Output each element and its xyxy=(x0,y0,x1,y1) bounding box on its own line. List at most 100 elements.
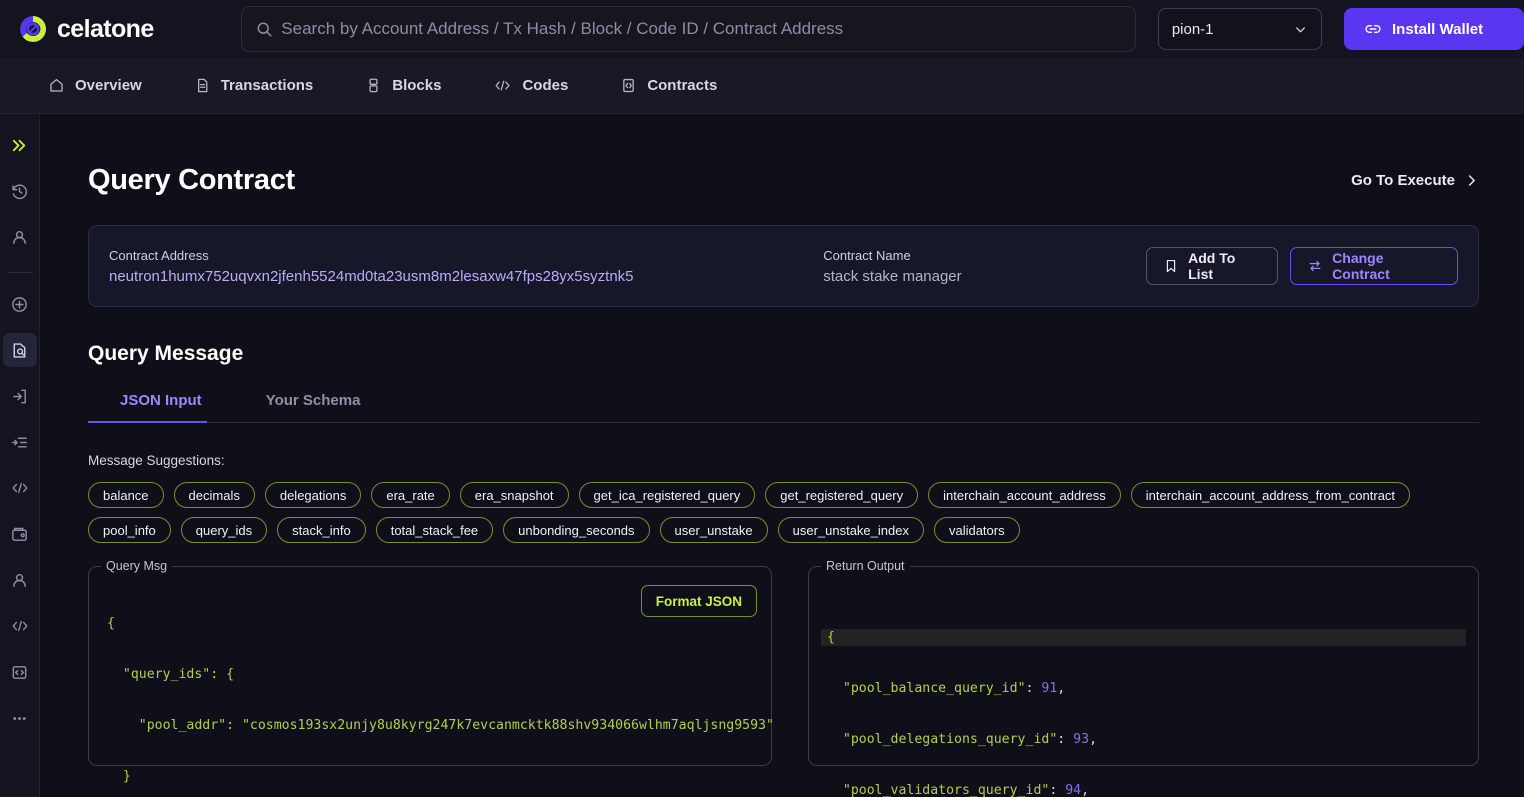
sidebar-divider xyxy=(6,272,33,273)
search-placeholder: Search by Account Address / Tx Hash / Bl… xyxy=(281,19,844,38)
contract-info-card: Contract Address neutron1humx752uqvxn2jf… xyxy=(88,225,1479,307)
suggestion-chip[interactable]: balance xyxy=(88,482,164,508)
code-line: "pool_validators_query_id": 94, xyxy=(827,783,1090,797)
suggestion-chip[interactable]: user_unstake xyxy=(659,517,768,543)
go-to-execute-link[interactable]: Go To Execute xyxy=(1351,172,1479,189)
left-sidebar xyxy=(0,114,40,797)
suggestion-chip[interactable]: get_registered_query xyxy=(765,482,919,508)
message-suggestions-label: Message Suggestions: xyxy=(88,453,225,468)
code-line: { xyxy=(107,616,115,631)
suggestion-chip[interactable]: era_snapshot xyxy=(459,482,569,508)
sidebar-item-more[interactable] xyxy=(3,701,37,735)
nav-label: Transactions xyxy=(220,77,314,94)
page-header: Query Contract Go To Execute xyxy=(88,164,1479,197)
code-line: "query_ids": { xyxy=(107,667,235,682)
bookmark-icon xyxy=(1163,258,1179,274)
suggestion-chip[interactable]: stack_info xyxy=(277,517,366,543)
suggestion-chip[interactable]: delegations xyxy=(264,482,362,508)
tab-label: JSON Input xyxy=(120,392,202,409)
sidebar-expand-button[interactable] xyxy=(3,128,37,162)
document-icon xyxy=(194,77,211,94)
suggestion-chip[interactable]: decimals xyxy=(173,482,255,508)
nav-label: Overview xyxy=(75,77,142,94)
tab-json-input[interactable]: JSON Input xyxy=(88,392,234,422)
sidebar-item-account[interactable] xyxy=(3,220,37,254)
nav-item-codes[interactable]: Codes xyxy=(485,71,576,100)
format-json-label: Format JSON xyxy=(655,593,742,609)
sidebar-item-add[interactable] xyxy=(3,287,37,321)
change-contract-button[interactable]: Change Contract xyxy=(1290,247,1458,285)
chain-select[interactable]: pion-1 xyxy=(1157,8,1322,50)
main-content: Query Contract Go To Execute Contract Ad… xyxy=(40,114,1524,797)
suggestion-chip[interactable]: query_ids xyxy=(180,517,268,543)
top-header: celatone Search by Account Address / Tx … xyxy=(0,0,1524,58)
home-icon xyxy=(48,77,65,94)
nav-label: Contracts xyxy=(647,77,718,94)
sidebar-item-codes[interactable] xyxy=(3,471,37,505)
nav-item-overview[interactable]: Overview xyxy=(40,71,150,100)
format-json-button[interactable]: Format JSON xyxy=(640,585,757,617)
contract-address-label: Contract Address xyxy=(109,247,209,263)
message-suggestions-list: balance decimals delegations era_rate er… xyxy=(88,482,1479,543)
suggestion-chip[interactable]: interchain_account_address xyxy=(928,482,1121,508)
code-brackets-icon xyxy=(493,77,512,94)
query-message-tabs: JSON Input Your Schema xyxy=(88,392,1479,423)
nav-item-contracts[interactable]: Contracts xyxy=(612,71,725,100)
nav-item-blocks[interactable]: Blocks xyxy=(357,71,449,100)
code-line-active: { xyxy=(821,629,1466,646)
install-wallet-button[interactable]: Install Wallet xyxy=(1344,8,1524,50)
install-wallet-label: Install Wallet xyxy=(1392,20,1484,38)
sidebar-item-execute[interactable] xyxy=(3,379,37,413)
code-line: "pool_delegations_query_id": 93, xyxy=(827,732,1098,747)
brand-logo[interactable]: celatone xyxy=(18,14,223,44)
contract-file-icon xyxy=(620,77,637,94)
chevron-right-icon xyxy=(1464,173,1479,188)
sidebar-item-code-file[interactable] xyxy=(3,655,37,689)
contract-card-actions: Add To List Change Contract xyxy=(1146,247,1458,285)
suggestion-chip[interactable]: user_unstake_index xyxy=(777,517,924,543)
code-line: "pool_balance_query_id": 91, xyxy=(827,681,1066,696)
page-title: Query Contract xyxy=(88,164,295,196)
editor-row: Query Msg Format JSON { "query_ids": { "… xyxy=(88,559,1479,797)
celatone-logo-icon xyxy=(18,14,48,44)
chevron-down-icon xyxy=(1293,22,1308,37)
suggestion-chip[interactable]: interchain_account_address_from_contract xyxy=(1130,482,1411,508)
suggestion-chip[interactable]: total_stack_fee xyxy=(375,517,494,543)
link-icon xyxy=(1364,20,1382,38)
sidebar-item-history[interactable] xyxy=(3,174,37,208)
brand-name: celatone xyxy=(57,14,154,43)
change-contract-label: Change Contract xyxy=(1332,250,1390,282)
query-message-title: Query Message xyxy=(88,342,244,365)
code-line: "pool_addr": "cosmos193sx2unjy8u8kyrg247… xyxy=(107,718,774,733)
sidebar-item-profile[interactable] xyxy=(3,563,37,597)
nav-item-transactions[interactable]: Transactions xyxy=(186,71,322,100)
suggestion-chip[interactable]: get_ica_registered_query xyxy=(578,482,756,508)
swap-arrows-icon xyxy=(1307,258,1323,274)
suggestion-chip[interactable]: validators xyxy=(933,517,1020,543)
return-output-legend: Return Output xyxy=(821,559,910,573)
tab-your-schema[interactable]: Your Schema xyxy=(234,392,393,422)
query-msg-legend: Query Msg xyxy=(101,559,173,573)
sidebar-item-migrate[interactable] xyxy=(3,425,37,459)
return-output-code[interactable]: { "pool_balance_query_id": 91, "pool_del… xyxy=(821,581,1466,797)
go-to-execute-label: Go To Execute xyxy=(1351,172,1455,189)
add-to-list-label: Add To List xyxy=(1188,250,1236,282)
contract-address-value[interactable]: neutron1humx752uqvxn2jfenh5524md0ta23usm… xyxy=(109,268,823,285)
return-output-panel: Return Output { "pool_balance_query_id":… xyxy=(808,559,1479,797)
chain-select-value: pion-1 xyxy=(1171,20,1214,38)
query-msg-editor[interactable]: Query Msg Format JSON { "query_ids": { "… xyxy=(88,559,774,784)
sidebar-item-query-contract[interactable] xyxy=(2,333,37,367)
nav-label: Blocks xyxy=(392,77,442,94)
search-icon xyxy=(256,21,273,38)
suggestion-chip[interactable]: pool_info xyxy=(88,517,171,543)
search-input[interactable]: Search by Account Address / Tx Hash / Bl… xyxy=(241,6,1136,52)
add-to-list-button[interactable]: Add To List xyxy=(1146,247,1279,285)
sidebar-item-wallet[interactable] xyxy=(3,517,37,551)
suggestion-chip[interactable]: era_rate xyxy=(371,482,450,508)
contract-name-value: stack stake manager xyxy=(823,267,962,285)
blocks-icon xyxy=(365,77,382,94)
contract-name-block: Contract Name stack stake manager xyxy=(823,248,1146,285)
contract-address-block: Contract Address neutron1humx752uqvxn2jf… xyxy=(109,248,823,285)
sidebar-item-code-snippets[interactable] xyxy=(3,609,37,643)
suggestion-chip[interactable]: unbonding_seconds xyxy=(503,517,650,543)
